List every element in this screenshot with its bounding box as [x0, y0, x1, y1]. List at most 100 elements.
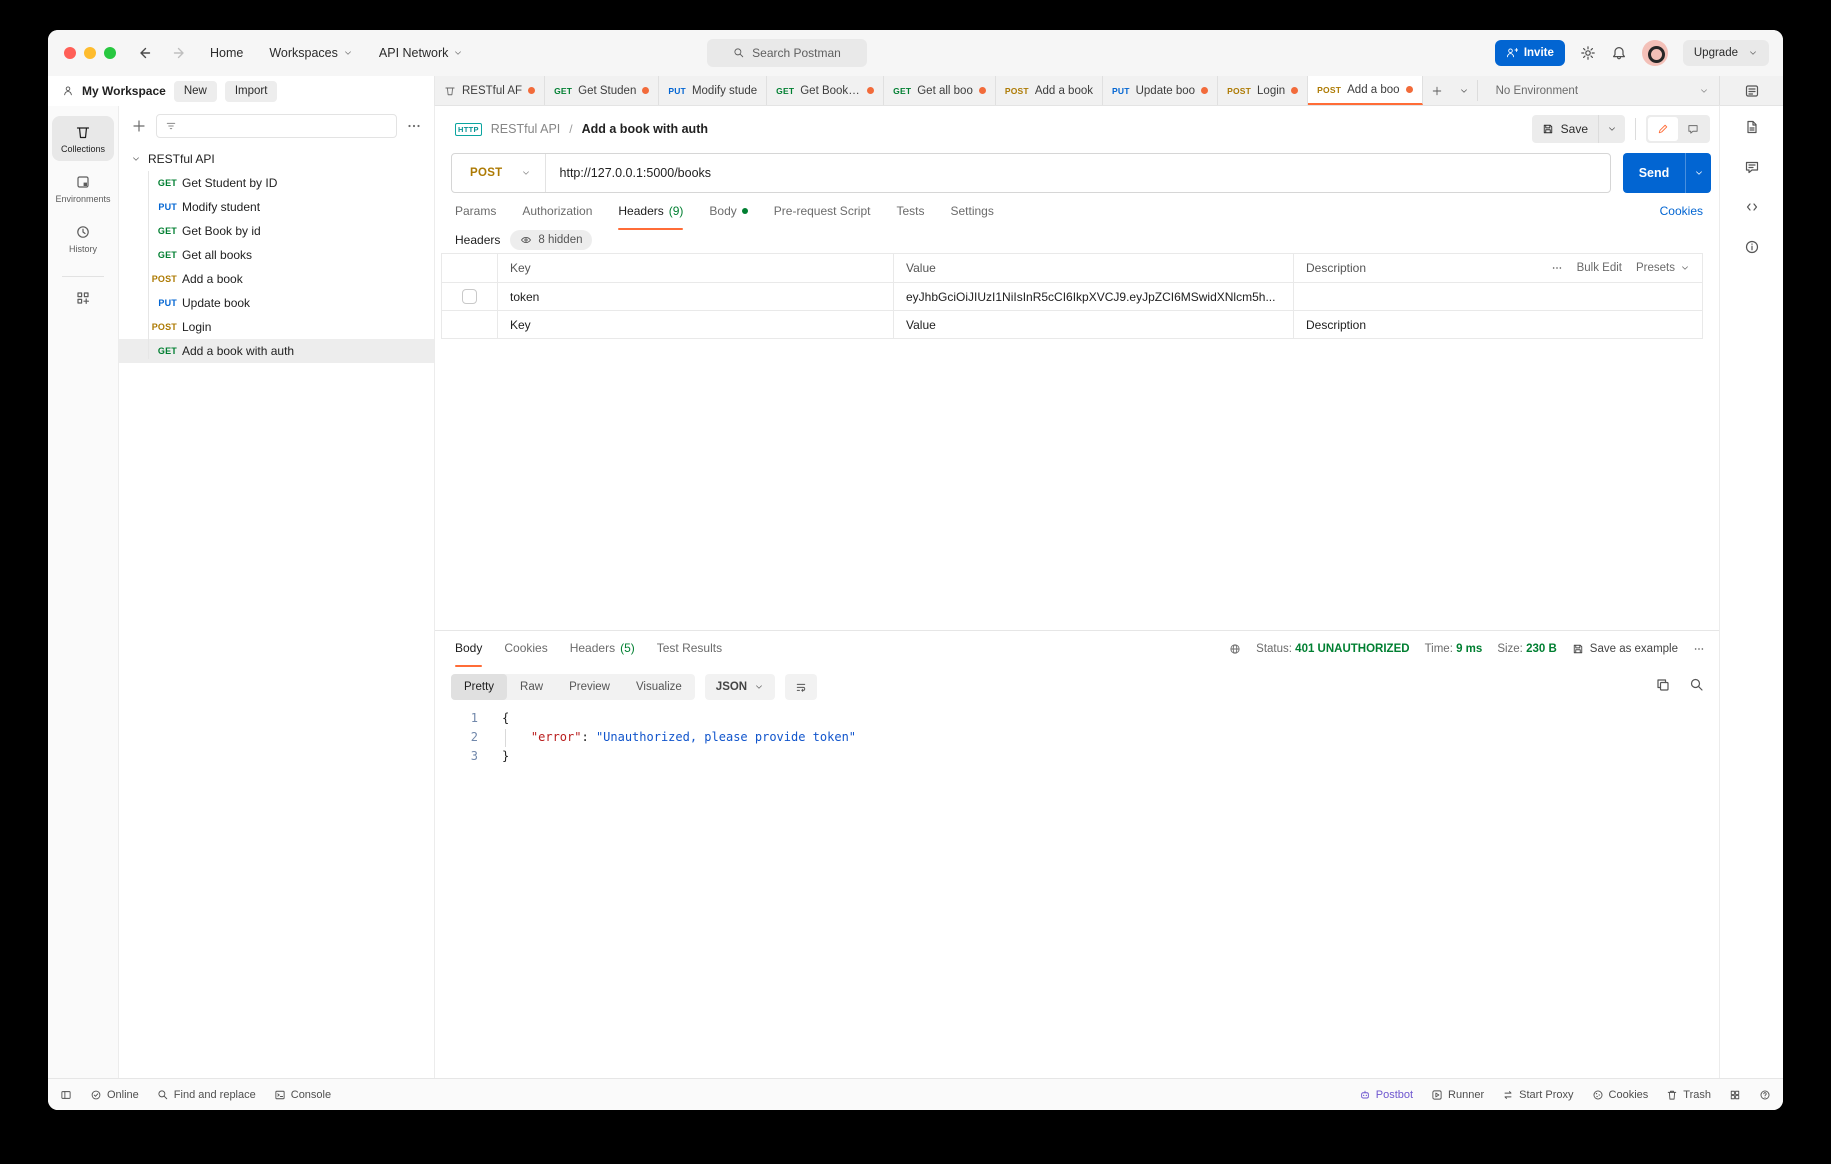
- import-button[interactable]: Import: [224, 80, 278, 102]
- toggle-sidebar-icon[interactable]: [60, 1089, 72, 1101]
- cookies-link[interactable]: Cookies: [1660, 204, 1703, 218]
- copy-icon[interactable]: [1655, 677, 1671, 693]
- nav-home[interactable]: Home: [210, 46, 243, 60]
- tab-options-chevron[interactable]: [1451, 76, 1477, 105]
- edit-pencil-button[interactable]: [1648, 117, 1678, 141]
- environment-quick-look-button[interactable]: [1719, 76, 1783, 105]
- trash-button[interactable]: Trash: [1666, 1089, 1711, 1101]
- open-tab[interactable]: GET Get Studen: [545, 76, 660, 105]
- request-config-tab[interactable]: Params: [455, 204, 496, 224]
- console-button[interactable]: Console: [274, 1089, 331, 1101]
- breadcrumb-request-name[interactable]: Add a book with auth: [582, 122, 708, 136]
- sidebar-filter-input[interactable]: [156, 114, 397, 138]
- user-avatar[interactable]: [1641, 40, 1668, 66]
- info-icon[interactable]: [1744, 239, 1760, 255]
- request-list-item[interactable]: POST Add a book: [119, 267, 434, 291]
- environment-selector[interactable]: No Environment: [1478, 76, 1719, 105]
- open-tab[interactable]: GET Get all boo: [884, 76, 996, 105]
- request-config-tab[interactable]: Tests: [896, 204, 924, 224]
- open-tab[interactable]: GET Get Book by: [767, 76, 885, 105]
- add-collection-icon[interactable]: [131, 118, 147, 134]
- two-pane-icon[interactable]: [1729, 1089, 1741, 1101]
- code-snippet-icon[interactable]: [1744, 199, 1760, 215]
- open-tab[interactable]: POST Add a boo: [1308, 76, 1423, 105]
- nav-api-network[interactable]: API Network: [379, 46, 463, 60]
- workspace-title[interactable]: My Workspace: [82, 84, 166, 98]
- response-more-icon[interactable]: [1693, 643, 1705, 655]
- find-and-replace[interactable]: Find and replace: [157, 1089, 256, 1101]
- comments-icon[interactable]: [1744, 159, 1760, 175]
- request-config-tab[interactable]: Authorization: [522, 204, 592, 224]
- description-placeholder[interactable]: Description: [1294, 311, 1702, 338]
- minimize-window-button[interactable]: [84, 47, 96, 59]
- new-button[interactable]: New: [173, 80, 217, 102]
- cookies-button[interactable]: Cookies: [1592, 1089, 1648, 1101]
- response-tab[interactable]: Headers (5): [570, 641, 635, 661]
- settings-gear-icon[interactable]: [1580, 45, 1596, 61]
- collection-row[interactable]: RESTful API: [119, 147, 434, 171]
- global-search[interactable]: Search Postman: [707, 39, 867, 67]
- view-mode[interactable]: Visualize: [623, 674, 695, 700]
- back-arrow-icon[interactable]: [136, 45, 152, 61]
- rail-item-history[interactable]: History: [52, 216, 114, 261]
- header-value-cell[interactable]: eyJhbGciOiJIUzI1NiIsInR5cCI6IkpXVCJ9.eyJ…: [894, 283, 1294, 310]
- zoom-window-button[interactable]: [104, 47, 116, 59]
- view-mode[interactable]: Raw: [507, 674, 556, 700]
- online-status[interactable]: Online: [90, 1089, 139, 1101]
- request-list-item[interactable]: GET Get Student by ID: [119, 171, 434, 195]
- request-config-tab[interactable]: Settings: [951, 204, 994, 224]
- close-window-button[interactable]: [64, 47, 76, 59]
- search-response-icon[interactable]: [1689, 677, 1705, 693]
- rail-item-environments[interactable]: Environments: [52, 166, 114, 211]
- table-more-icon[interactable]: [1551, 262, 1563, 274]
- save-button[interactable]: Save: [1531, 115, 1625, 143]
- view-mode[interactable]: Pretty: [451, 674, 508, 700]
- open-tab[interactable]: POST Add a book: [996, 76, 1103, 105]
- row-checkbox[interactable]: [462, 289, 477, 304]
- response-tab[interactable]: Body: [455, 641, 483, 667]
- breadcrumb-collection[interactable]: RESTful API: [491, 122, 560, 136]
- open-tab[interactable]: RESTful AF: [435, 76, 546, 105]
- request-list-item[interactable]: PUT Modify student: [119, 195, 434, 219]
- sidebar-more-icon[interactable]: [406, 118, 422, 134]
- request-list-item[interactable]: PUT Update book: [119, 291, 434, 315]
- nav-workspaces[interactable]: Workspaces: [269, 46, 353, 60]
- bulk-edit-link[interactable]: Bulk Edit: [1577, 262, 1622, 274]
- header-key-cell[interactable]: token: [498, 283, 894, 310]
- header-description-cell[interactable]: [1294, 283, 1702, 310]
- request-config-tab[interactable]: Body: [709, 204, 748, 224]
- request-config-tab[interactable]: Headers (9): [618, 204, 684, 230]
- request-config-tab[interactable]: Pre-request Script: [774, 204, 871, 224]
- value-placeholder[interactable]: Value: [894, 311, 1294, 338]
- presets-dropdown[interactable]: Presets: [1636, 262, 1690, 274]
- view-mode[interactable]: Preview: [556, 674, 623, 700]
- open-tab[interactable]: POST Login: [1218, 76, 1309, 105]
- open-tab[interactable]: PUT Update boo: [1103, 76, 1219, 105]
- rail-item-collections[interactable]: Collections: [52, 116, 114, 161]
- help-icon[interactable]: [1759, 1089, 1771, 1101]
- add-module-icon[interactable]: [75, 290, 91, 306]
- save-options-chevron[interactable]: [1598, 115, 1625, 143]
- runner-button[interactable]: Runner: [1431, 1089, 1484, 1101]
- upgrade-button[interactable]: Upgrade: [1682, 40, 1769, 66]
- method-selector[interactable]: POST: [452, 154, 546, 192]
- save-as-example-button[interactable]: Save as example: [1572, 643, 1678, 655]
- format-dropdown[interactable]: JSON: [704, 674, 776, 700]
- response-body-editor[interactable]: 1{ 2 "error": "Unauthorized, please prov…: [435, 709, 1709, 1078]
- request-list-item[interactable]: GET Get all books: [119, 243, 434, 267]
- documentation-icon[interactable]: [1744, 119, 1760, 135]
- notifications-bell-icon[interactable]: [1611, 45, 1627, 61]
- line-wrap-button[interactable]: [785, 674, 818, 700]
- send-options-chevron[interactable]: [1685, 153, 1711, 193]
- send-button[interactable]: Send: [1623, 153, 1711, 193]
- response-tab[interactable]: Cookies: [504, 641, 547, 661]
- response-tab[interactable]: Test Results: [657, 641, 722, 661]
- key-placeholder[interactable]: Key: [498, 311, 894, 338]
- start-proxy-button[interactable]: Start Proxy: [1502, 1089, 1574, 1101]
- forward-arrow-icon[interactable]: [172, 45, 188, 61]
- invite-button[interactable]: Invite: [1494, 40, 1565, 66]
- hidden-headers-toggle[interactable]: 8 hidden: [510, 230, 593, 250]
- postbot-button[interactable]: Postbot: [1359, 1089, 1413, 1101]
- request-list-item[interactable]: GET Add a book with auth: [119, 339, 434, 363]
- request-list-item[interactable]: POST Login: [119, 315, 434, 339]
